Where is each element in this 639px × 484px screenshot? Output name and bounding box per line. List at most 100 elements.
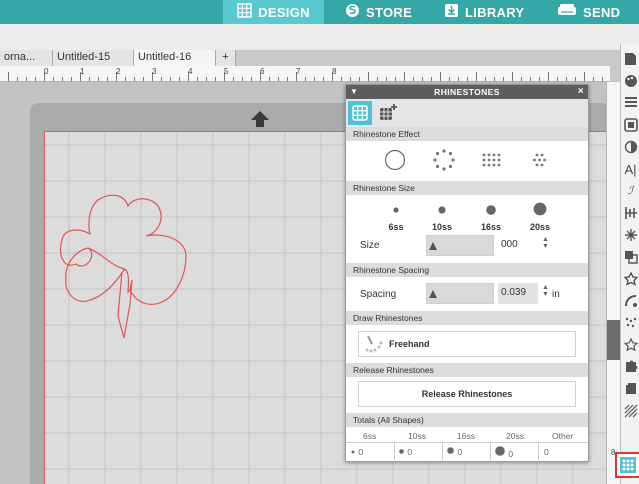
toolbar-strip: [0, 24, 639, 50]
slider-thumb[interactable]: [429, 242, 437, 250]
lines-icon[interactable]: [623, 96, 638, 111]
panel-tabs: [346, 99, 588, 127]
pattern-icon[interactable]: [623, 404, 638, 419]
total-6ss: 0: [350, 447, 363, 457]
totals-column-header: Other: [552, 431, 574, 441]
tab-rhinestone-settings[interactable]: [348, 101, 372, 125]
effect-outline-option[interactable]: [384, 149, 406, 176]
freehand-pencil-icon: [363, 332, 385, 356]
slider-thumb[interactable]: [429, 290, 437, 298]
send-tab-label: SEND: [583, 4, 621, 20]
size-value[interactable]: 000: [498, 235, 538, 256]
transparency-icon[interactable]: [623, 140, 638, 155]
release-section: Release Rhinestones: [346, 377, 588, 413]
size-16ss-option[interactable]: 16ss: [478, 203, 504, 232]
chevron-down-icon[interactable]: ▼: [350, 85, 358, 99]
effect-offset-fill-option[interactable]: [530, 149, 552, 176]
rhinestone-tool-button[interactable]: [615, 452, 639, 478]
spacing-header: Rhinestone Spacing: [346, 263, 588, 277]
draw-header: Draw Rhinestones: [346, 311, 588, 325]
horizontal-ruler: 0 1 2 3 4 5 6 7 8: [0, 66, 610, 82]
ruler-thumb[interactable]: [607, 320, 621, 360]
size-6ss-option[interactable]: 6ss: [386, 203, 406, 232]
store-tab[interactable]: STORE: [345, 0, 412, 24]
spacing-stepper[interactable]: ▲ ▼: [542, 284, 549, 298]
totals-column-header: 20ss: [506, 431, 524, 441]
ruler-number: 5: [224, 67, 229, 76]
doc-tab[interactable]: Untitled-16: [134, 50, 216, 66]
effect-header: Rhinestone Effect: [346, 127, 588, 141]
replicate-icon[interactable]: [623, 228, 638, 243]
totals-column-header: 16ss: [457, 431, 475, 441]
total-16ss: 0: [446, 446, 462, 457]
ruler-number: 6: [260, 67, 265, 76]
align-icon[interactable]: [623, 206, 638, 221]
effect-dotted-outline-option[interactable]: [433, 149, 455, 176]
effect-options: [346, 141, 588, 181]
rhinestone-add-icon: [380, 104, 397, 120]
size-header: Rhinestone Size: [346, 181, 588, 195]
ruler-number: 4: [188, 67, 193, 76]
vertical-ruler: 8: [606, 82, 621, 484]
cutter-icon: [557, 3, 577, 21]
rhinestones-panel: ▼ RHINESTONES × Rhinestone Effect Rhines…: [345, 84, 589, 462]
size-20ss-option[interactable]: 20ss: [526, 201, 554, 232]
total-20ss: 0: [494, 445, 513, 459]
freehand-button[interactable]: Freehand: [358, 331, 576, 357]
shamrock-shape[interactable]: [58, 192, 188, 340]
app-window: DESIGN STORE LIBRARY SEND orna... Untitl…: [0, 0, 639, 484]
add-tab-button[interactable]: +: [216, 50, 236, 66]
draw-section: Freehand: [346, 325, 588, 363]
totals-header: Totals (All Shapes): [346, 413, 588, 427]
design-tab-label: DESIGN: [258, 4, 310, 20]
library-tab-label: LIBRARY: [465, 4, 525, 20]
puzzle-icon[interactable]: [623, 360, 638, 375]
ruler-number: 2: [116, 67, 121, 76]
star-icon[interactable]: [623, 337, 638, 353]
grid-icon: [237, 3, 252, 21]
size-slider[interactable]: [426, 235, 494, 256]
tab-rhinestone-library[interactable]: [376, 101, 400, 125]
size-label: Size: [360, 240, 380, 251]
send-tab[interactable]: SEND: [557, 0, 620, 24]
library-tab[interactable]: LIBRARY: [444, 0, 524, 24]
spacing-unit: in: [552, 289, 560, 300]
spacing-slider[interactable]: [426, 283, 494, 304]
size-stepper[interactable]: ▲ ▼: [542, 236, 549, 250]
panel-title-bar[interactable]: ▼ RHINESTONES ×: [346, 85, 588, 99]
size-option-label: 10ss: [431, 222, 453, 232]
ruler-number: 8: [332, 67, 337, 76]
right-toolbar: A| ℐ: [615, 44, 639, 484]
totals-column-header: 10ss: [408, 431, 426, 441]
trace-icon[interactable]: [623, 294, 638, 309]
spacing-section: Spacing 0.039 ▲ ▼ in: [346, 277, 588, 311]
size-option-label: 20ss: [529, 222, 551, 232]
offset-icon[interactable]: [622, 271, 639, 287]
sketch-icon[interactable]: [623, 316, 638, 331]
rhinestone-grid-icon: [352, 105, 368, 121]
effect-grid-fill-option[interactable]: [481, 149, 503, 176]
ruler-number: 1: [80, 67, 85, 76]
doc-tab[interactable]: orna...: [0, 50, 53, 66]
size-option-label: 16ss: [480, 222, 502, 232]
page-setup-icon[interactable]: [623, 52, 638, 67]
text-style-icon[interactable]: A|: [623, 162, 638, 177]
close-button[interactable]: ×: [578, 85, 584, 99]
ruler-number: 3: [152, 67, 157, 76]
modify-icon[interactable]: [623, 250, 638, 265]
size-10ss-option[interactable]: 10ss: [430, 203, 454, 232]
totals-section: 6ss 10ss 16ss 20ss Other 0 0 0 0 0: [346, 427, 588, 462]
store-tab-label: STORE: [366, 4, 413, 20]
fill-icon[interactable]: [623, 118, 638, 133]
text-path-icon[interactable]: ℐ: [623, 184, 638, 199]
ruler-number: 0: [44, 67, 49, 76]
release-rhinestones-button[interactable]: Release Rhinestones: [358, 381, 576, 407]
spacing-input[interactable]: 0.039: [498, 283, 538, 304]
spacing-label: Spacing: [360, 289, 397, 300]
library-icon[interactable]: [623, 382, 638, 397]
doc-tab[interactable]: Untitled-15: [53, 50, 134, 66]
panel-title: RHINESTONES: [434, 87, 500, 97]
design-tab[interactable]: DESIGN: [223, 0, 324, 24]
total-other: 0: [544, 447, 549, 457]
palette-icon[interactable]: [623, 74, 638, 89]
